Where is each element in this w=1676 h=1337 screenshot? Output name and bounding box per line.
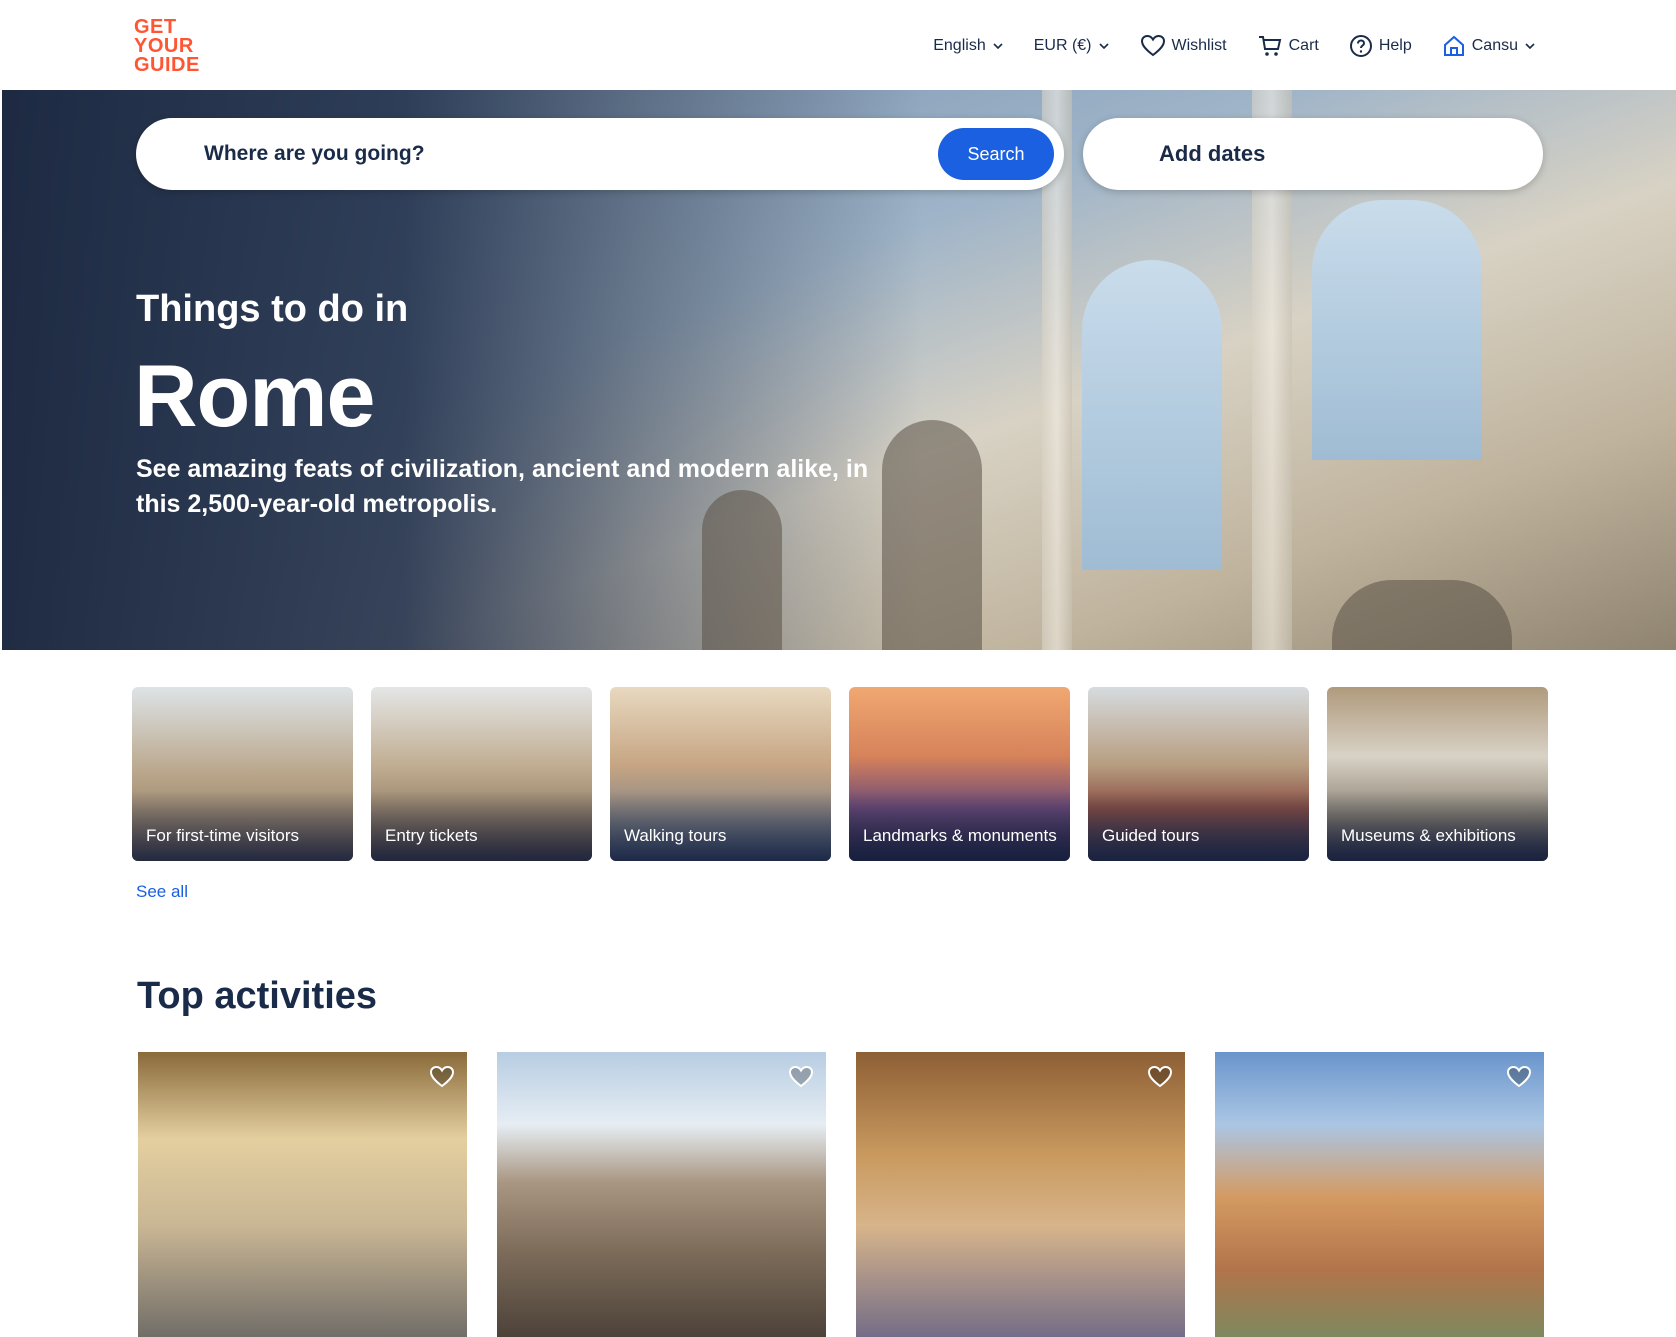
category-label: Landmarks & monuments: [863, 826, 1057, 845]
heart-icon: [1140, 34, 1165, 57]
activity-card[interactable]: [1215, 1052, 1544, 1337]
activity-image: [1215, 1052, 1544, 1337]
user-menu[interactable]: Cansu: [1442, 34, 1536, 58]
category-card-walking-tours[interactable]: Walking tours: [610, 687, 831, 861]
hero-description: See amazing feats of civilization, ancie…: [136, 455, 869, 518]
user-name: Cansu: [1471, 37, 1518, 54]
wishlist-label: Wishlist: [1171, 37, 1227, 54]
category-card-first-time[interactable]: For first-time visitors: [132, 687, 353, 861]
language-selector[interactable]: English: [933, 37, 1003, 55]
category-label: Entry tickets: [385, 826, 478, 845]
category-card-guided-tours[interactable]: Guided tours: [1088, 687, 1309, 861]
currency-label: EUR (€): [1033, 37, 1092, 54]
wishlist-heart-icon[interactable]: [786, 1062, 816, 1092]
hero-image-sky: [1312, 200, 1482, 460]
activity-image: [856, 1052, 1185, 1337]
getyourguide-logo[interactable]: GET YOUR GUIDE: [134, 17, 204, 76]
category-card-entry-tickets[interactable]: Entry tickets: [371, 687, 592, 861]
wishlist-heart-icon[interactable]: [1504, 1062, 1534, 1092]
category-label: For first-time visitors: [146, 826, 299, 845]
activity-card[interactable]: [856, 1052, 1185, 1337]
language-label: English: [933, 37, 986, 54]
category-card-museums[interactable]: Museums & exhibitions: [1327, 687, 1548, 861]
chevron-down-icon: [1098, 43, 1109, 50]
activity-image: [497, 1052, 826, 1337]
search-button[interactable]: Search: [938, 128, 1054, 180]
help-icon: [1349, 35, 1372, 57]
help-label: Help: [1378, 37, 1412, 54]
category-row: For first-time visitors Entry tickets Wa…: [132, 687, 1548, 861]
currency-selector[interactable]: EUR (€): [1034, 37, 1110, 55]
logo-line-3: GUIDE: [134, 54, 200, 76]
page-title: Rome: [134, 346, 375, 445]
top-nav: English EUR (€) Wishlist Cart Help Cansu: [933, 28, 1536, 64]
cart-label: Cart: [1288, 37, 1319, 54]
date-picker[interactable]: Add dates: [1083, 118, 1543, 190]
activity-card[interactable]: [497, 1052, 826, 1337]
hero-image-sky: [1082, 260, 1222, 570]
cart-link[interactable]: Cart: [1257, 34, 1319, 58]
chevron-down-icon: [1525, 43, 1535, 50]
help-link[interactable]: Help: [1349, 34, 1412, 58]
user-icon: [1443, 35, 1464, 56]
see-all-link[interactable]: See all: [136, 882, 188, 902]
wishlist-heart-icon[interactable]: [427, 1062, 457, 1092]
cart-icon: [1258, 36, 1281, 56]
add-dates-label: Add dates: [1159, 141, 1266, 166]
hero-image-arch: [882, 420, 982, 650]
wishlist-heart-icon[interactable]: [1145, 1062, 1175, 1092]
chevron-down-icon: [993, 43, 1003, 50]
category-card-landmarks[interactable]: Landmarks & monuments: [849, 687, 1070, 861]
hero-image-arch: [1332, 580, 1512, 650]
activity-cards: [138, 1052, 1544, 1337]
destination-search[interactable]: Where are you going? Search: [136, 118, 1064, 190]
search-input[interactable]: Where are you going?: [204, 142, 425, 166]
activity-image: [138, 1052, 467, 1337]
wishlist-link[interactable]: Wishlist: [1140, 34, 1227, 58]
site-header: GET YOUR GUIDE English EUR (€) Wishlist …: [0, 0, 1676, 90]
category-label: Walking tours: [624, 826, 727, 845]
section-title-top-activities: Top activities: [137, 975, 378, 1017]
hero-pretitle: Things to do in: [136, 288, 409, 330]
category-label: Guided tours: [1102, 826, 1200, 845]
category-label: Museums & exhibitions: [1341, 826, 1516, 845]
activity-card[interactable]: [138, 1052, 467, 1337]
